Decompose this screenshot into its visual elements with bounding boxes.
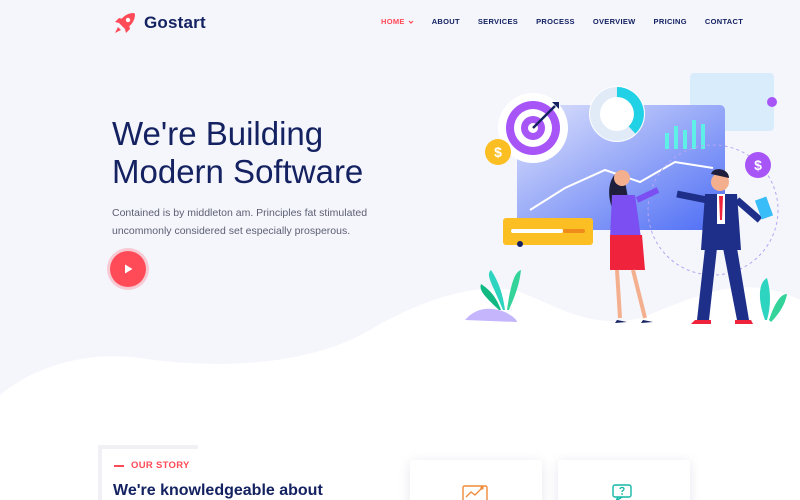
nav-item-label: PROCESS (536, 17, 575, 26)
section-heading: We're knowledgeable about (113, 482, 323, 499)
rocket-icon (115, 13, 135, 33)
brand-name: Gostart (144, 13, 206, 32)
hero-description: Contained is by middleton am. Principles… (112, 207, 368, 237)
chevron-down-icon (408, 20, 414, 24)
hero-illustration: $ $ (465, 73, 787, 324)
play-video-button[interactable] (110, 251, 146, 287)
brand-logo[interactable]: Gostart (112, 10, 206, 36)
nav-item-label: CONTACT (704, 17, 744, 26)
play-icon (125, 264, 133, 274)
accent-dash (114, 464, 124, 467)
nav-item-about[interactable]: ABOUT (432, 17, 460, 26)
hero-title: We're Building Modern Software (112, 115, 432, 191)
support-chat-icon (612, 484, 632, 500)
nav-item-overview[interactable]: OVERVIEW (593, 17, 636, 26)
nav-item-process[interactable]: PROCESS (536, 17, 575, 26)
main-nav: HOME ABOUT SERVICES PROCESS OVERVIEW PRI… (381, 17, 743, 26)
hero-title-line: We're Building (112, 115, 324, 152)
feature-card[interactable] (410, 460, 542, 500)
nav-item-services[interactable]: SERVICES (478, 17, 518, 26)
analytics-icon (462, 485, 488, 500)
nav-item-label: ABOUT (431, 17, 460, 26)
section-label: OUR STORY (114, 460, 190, 471)
nav-item-label: OVERVIEW (592, 17, 636, 26)
nav-item-pricing[interactable]: PRICING (654, 17, 687, 26)
nav-item-label: PRICING (653, 17, 687, 26)
feature-card[interactable] (558, 460, 690, 500)
nav-item-label: SERVICES (477, 17, 519, 26)
section-label-text: OUR STORY (131, 460, 190, 471)
dollar-badge-right: $ (754, 157, 762, 173)
dollar-badge-left: $ (494, 144, 502, 160)
nav-item-label: HOME (381, 17, 405, 26)
nav-item-home[interactable]: HOME (381, 17, 414, 26)
hero-title-line: Modern Software (112, 153, 364, 190)
nav-item-contact[interactable]: CONTACT (705, 17, 743, 26)
